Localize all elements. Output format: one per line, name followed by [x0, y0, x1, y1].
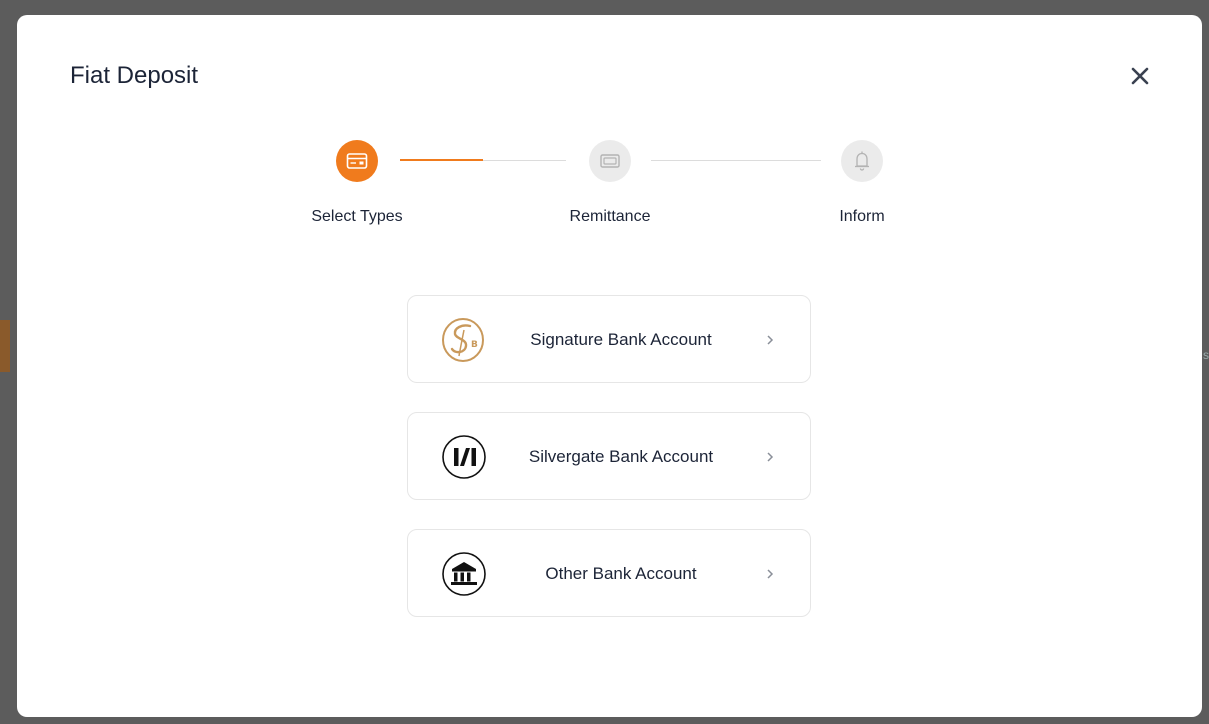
bell-icon [855, 151, 869, 171]
option-label: Silvergate Bank Account [528, 447, 714, 466]
deposit-stepper: Select Types Remittance Inform [17, 15, 1202, 255]
chevron-right-icon [760, 330, 780, 350]
step-select-types[interactable] [336, 140, 378, 182]
svg-text:B: B [471, 340, 478, 350]
chevron-right-icon [760, 564, 780, 584]
option-signature-bank[interactable]: B Signature Bank Account [407, 295, 811, 383]
option-label: Other Bank Account [545, 564, 697, 583]
step-label-select-types: Select Types [311, 208, 403, 225]
step-label-inform: Inform [839, 208, 885, 225]
backdrop-page-strip [0, 320, 10, 372]
step-inform[interactable] [841, 140, 883, 182]
silvergate-logo-icon [440, 433, 488, 481]
card-icon [346, 153, 368, 169]
bank-building-icon [440, 550, 488, 598]
fiat-deposit-modal: Fiat Deposit Select Types Remittance Inf… [17, 15, 1202, 717]
wallet-icon [600, 154, 620, 168]
step-remittance[interactable] [589, 140, 631, 182]
option-silvergate-bank[interactable]: Silvergate Bank Account [407, 412, 811, 500]
signature-bank-logo-icon: B [440, 316, 488, 364]
backdrop-page-fragment: s [1203, 348, 1209, 362]
option-other-bank[interactable]: Other Bank Account [407, 529, 811, 617]
step-connector-2 [651, 160, 821, 161]
step-label-remittance: Remittance [569, 208, 651, 225]
chevron-right-icon [760, 447, 780, 467]
step-progress-bar [400, 159, 483, 161]
option-label: Signature Bank Account [530, 330, 712, 349]
